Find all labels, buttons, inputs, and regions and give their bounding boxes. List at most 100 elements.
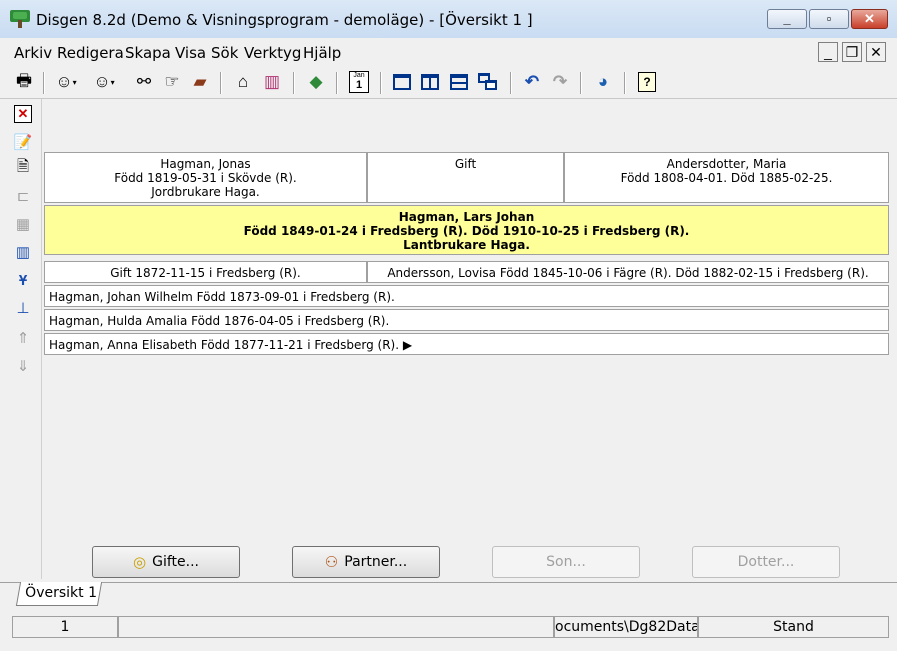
mother-born: Född 1808-04-01. Död 1885-02-25.	[620, 171, 833, 185]
left-toolbar: ✕ 📝 🗎 ⊏ ▦ ▥ Ұ ⊥ ⇑ ⇓	[9, 100, 39, 580]
layout-two-row-icon	[450, 74, 468, 90]
status-path: ocuments\Dg82Data-2	[554, 616, 698, 638]
tree-button[interactable]: ⊏	[12, 186, 34, 206]
move-up-button[interactable]: ⇑	[12, 328, 34, 348]
layout-single-icon	[393, 74, 411, 90]
menu-sok[interactable]: Sök	[211, 44, 238, 62]
home-icon: ⌂	[237, 72, 249, 91]
title-bar[interactable]: Disgen 8.2d (Demo & Visningsprogram - de…	[0, 0, 897, 39]
child-row[interactable]: Hagman, Johan Wilhelm Född 1873-09-01 i …	[44, 285, 889, 307]
main-person-box[interactable]: Hagman, Lars Johan Född 1849-01-24 i Fre…	[44, 205, 889, 255]
status-empty-pane	[118, 616, 554, 638]
help-button[interactable]: ?	[635, 71, 659, 93]
gifte-button[interactable]: ◎ Gifte...	[92, 546, 240, 578]
dropdown-arrow-icon: ▾	[72, 77, 77, 87]
dotter-button[interactable]: Dotter...	[692, 546, 840, 578]
grid-button[interactable]: ▦	[12, 214, 34, 234]
grid-icon: ▦	[15, 216, 31, 233]
dropdown-arrow-icon: ▾	[110, 77, 115, 87]
menu-skapa[interactable]: Skapa	[125, 44, 171, 62]
document-button[interactable]: 🗎	[12, 158, 34, 178]
father-name: Hagman, Jonas	[160, 157, 251, 171]
child-minimize-icon: _	[824, 44, 832, 60]
child-label: Hagman, Hulda Amalia Född 1876-04-05 i F…	[49, 314, 390, 328]
mother-name: Andersdotter, Maria	[666, 157, 787, 171]
ancestors-button[interactable]: ⊥	[12, 298, 34, 318]
menu-arkiv[interactable]: Arkiv	[14, 44, 52, 62]
status-bar: 1 ocuments\Dg82Data-2 Stand	[0, 610, 897, 651]
calendar-day-label: 1	[355, 79, 363, 91]
main-person-born: Född 1849-01-24 i Fredsberg (R). Död 191…	[243, 224, 690, 238]
menu-redigera[interactable]: Redigera	[57, 44, 124, 62]
undo-button[interactable]: ↶	[520, 71, 544, 93]
tab-oversikt-1[interactable]: Översikt 1	[15, 582, 103, 606]
father-occupation: Jordbrukare Haga.	[151, 185, 260, 199]
map-button[interactable]: ◆	[304, 71, 328, 93]
parents-relation-box[interactable]: Gift	[367, 152, 564, 203]
menu-bar: Arkiv Redigera Skapa Visa Sök Verktyg Hj…	[0, 38, 897, 66]
redo-button[interactable]: ↷	[548, 71, 572, 93]
spouse-box[interactable]: Andersson, Lovisa Född 1845-10-06 i Fägr…	[367, 261, 889, 283]
edit-document-button[interactable]: 📝	[12, 132, 34, 152]
redo-icon: ↷	[552, 72, 568, 91]
close-record-button[interactable]: ✕	[12, 104, 34, 124]
son-button[interactable]: Son...	[492, 546, 640, 578]
tree-icon: ⊏	[16, 188, 30, 205]
layout-two-column-button[interactable]	[418, 71, 442, 93]
father-box[interactable]: Hagman, Jonas Född 1819-05-31 i Skövde (…	[44, 152, 367, 203]
toolbar-separator	[293, 72, 295, 94]
child-close-icon: ✕	[870, 44, 882, 60]
up-arrow-icon: ⇑	[16, 330, 30, 347]
layout-two-column-icon	[421, 74, 439, 90]
menu-visa[interactable]: Visa	[175, 44, 206, 62]
close-button[interactable]: ✕	[851, 9, 888, 29]
maximize-button[interactable]: ▫	[809, 9, 849, 29]
menu-verktyg[interactable]: Verktyg	[244, 44, 301, 62]
menu-hjalp[interactable]: Hjälp	[303, 44, 341, 62]
undo-icon: ↶	[524, 72, 540, 91]
status-mode: Stand	[698, 616, 889, 638]
layout-cascade-button[interactable]	[476, 71, 500, 93]
mother-box[interactable]: Andersdotter, Maria Född 1808-04-01. Död…	[564, 152, 889, 203]
columns-button[interactable]: ▥	[12, 242, 34, 262]
layout-single-button[interactable]	[390, 71, 414, 93]
marriage-info: Gift 1872-11-15 i Fredsberg (R).	[110, 266, 301, 280]
tab-strip	[0, 582, 897, 607]
application-window: Disgen 8.2d (Demo & Visningsprogram - de…	[0, 0, 897, 651]
layout-two-row-button[interactable]	[447, 71, 471, 93]
partner-button[interactable]: ⚇ Partner...	[292, 546, 440, 578]
books-button[interactable]: ▥	[260, 71, 284, 93]
marriage-box[interactable]: Gift 1872-11-15 i Fredsberg (R).	[44, 261, 367, 283]
binoculars-icon: ⚯	[136, 72, 152, 91]
child-row[interactable]: Hagman, Anna Elisabeth Född 1877-11-21 i…	[44, 333, 889, 355]
dotter-label: Dotter...	[737, 554, 795, 570]
child-restore-button[interactable]: ❐	[842, 42, 862, 62]
toolbar-separator	[220, 72, 222, 94]
status-page: 1	[12, 616, 118, 638]
print-button[interactable]: 🖶	[12, 71, 36, 93]
person-search-button[interactable]: ☺ ▾	[92, 71, 116, 93]
calendar-button[interactable]: Jan 1	[347, 71, 371, 93]
columns-icon: ▥	[15, 244, 31, 261]
layout-cascade-icon	[478, 73, 498, 91]
son-label: Son...	[546, 554, 586, 570]
main-person-occupation: Lantbrukare Haga.	[403, 238, 530, 252]
ancestors-icon: ⊥	[16, 300, 30, 317]
print-icon: 🖶	[15, 70, 33, 90]
descendants-button[interactable]: Ұ	[12, 270, 34, 290]
person-button[interactable]: ☺ ▾	[54, 71, 78, 93]
book-button[interactable]: ▰	[188, 71, 212, 93]
close-icon: ✕	[864, 11, 875, 26]
home-button[interactable]: ⌂	[231, 71, 255, 93]
hand-button[interactable]: ☞	[160, 71, 184, 93]
person-icon: ☺	[55, 72, 73, 91]
minimize-button[interactable]: _	[767, 9, 807, 29]
child-minimize-button[interactable]: _	[818, 42, 838, 62]
hand-icon: ☞	[164, 72, 180, 91]
globe-button[interactable]: ◕	[591, 71, 615, 93]
binoculars-button[interactable]: ⚯	[132, 71, 156, 93]
child-row[interactable]: Hagman, Hulda Amalia Född 1876-04-05 i F…	[44, 309, 889, 331]
partner-label: Partner...	[344, 554, 408, 570]
move-down-button[interactable]: ⇓	[12, 356, 34, 376]
child-close-button[interactable]: ✕	[866, 42, 886, 62]
